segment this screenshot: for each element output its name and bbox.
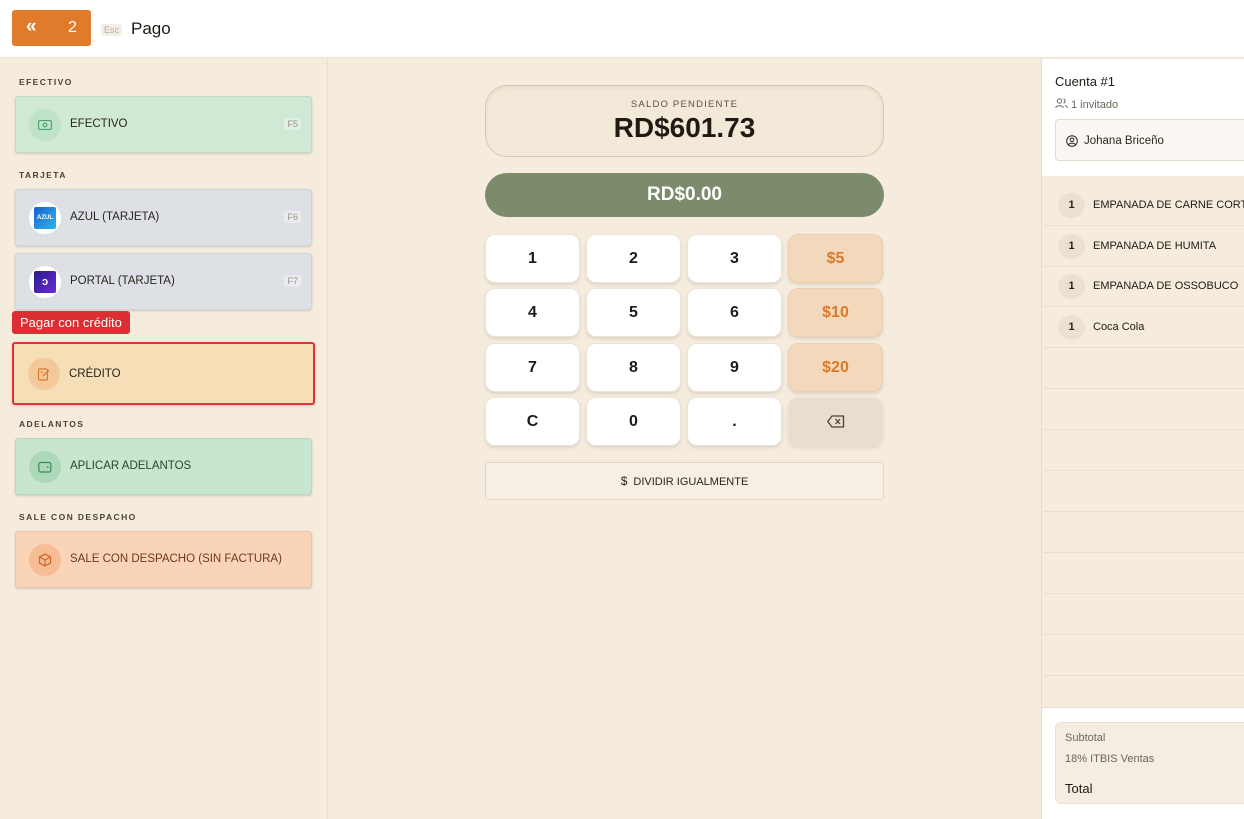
empty-row — [1043, 594, 1244, 635]
account-header: Cuenta #1 1 invitado Johana Briceño — [1042, 59, 1244, 176]
guest-count-label: 1 invitado — [1071, 99, 1119, 111]
quick-amount-20[interactable]: $20 — [788, 343, 883, 392]
azul-logo: AZUL — [29, 202, 61, 234]
item-name: EMPANADA DE CARNE CORTADA — [1093, 199, 1244, 211]
empty-row — [1043, 553, 1244, 594]
double-chevron-left-icon: « — [26, 16, 37, 37]
item-quantity: 1 — [1058, 234, 1085, 259]
guest-selector[interactable]: Johana Briceño — [1055, 119, 1244, 161]
method-label: PORTAL (TARJETA) — [70, 275, 175, 287]
quick-amount-10[interactable]: $10 — [788, 288, 883, 337]
shortcut-key: F7 — [284, 275, 301, 287]
order-items-list: 1 EMPANADA DE CARNE CORTADA 1 EMPANADA D… — [1043, 177, 1244, 709]
item-name: EMPANADA DE HUMITA — [1093, 240, 1217, 252]
keypad-9[interactable]: 9 — [687, 343, 782, 392]
section-label-adelantos: ADELANTOS — [19, 419, 85, 429]
keypad-4[interactable]: 4 — [485, 288, 580, 337]
credit-note-icon — [28, 358, 60, 390]
list-item[interactable]: 1 EMPANADA DE CARNE CORTADA — [1043, 185, 1244, 226]
page-title: Pago — [131, 19, 171, 38]
empty-row — [1043, 430, 1244, 471]
list-item[interactable]: 1 EMPANADA DE OSSOBUCO — [1043, 266, 1244, 307]
itbis-label: 18% ITBIS Ventas — [1065, 753, 1155, 765]
keypad-2[interactable]: 2 — [586, 234, 681, 283]
back-button[interactable]: « 2 — [12, 10, 91, 46]
empty-row — [1043, 635, 1244, 676]
credit-tooltip: Pagar con crédito — [12, 311, 130, 334]
pending-balance-display: SALDO PENDIENTE RD$601.73 — [485, 85, 884, 157]
method-adelantos-button[interactable]: APLICAR ADELANTOS — [15, 438, 312, 495]
section-label-efectivo: EFECTIVO — [19, 77, 73, 87]
item-quantity: 1 — [1058, 315, 1085, 340]
keypad-clear[interactable]: C — [485, 397, 580, 446]
totals-panel: Subtotal 18% ITBIS Ventas Total — [1042, 707, 1244, 819]
guest-count: 1 invitado — [1055, 98, 1118, 111]
cash-icon — [29, 109, 61, 141]
keypad-5[interactable]: 5 — [586, 288, 681, 337]
method-despacho-button[interactable]: SALE CON DESPACHO (SIN FACTURA) — [15, 531, 312, 588]
method-label: EFECTIVO — [70, 118, 128, 130]
keypad-6[interactable]: 6 — [687, 288, 782, 337]
list-item[interactable]: 1 Coca Cola — [1043, 307, 1244, 348]
keypad-dot[interactable]: . — [687, 397, 782, 446]
method-label: CRÉDITO — [69, 368, 121, 380]
wallet-icon — [29, 451, 61, 483]
split-equally-label: DIVIDIR IGUALMENTE — [633, 476, 749, 488]
shortcut-key: F6 — [284, 211, 301, 223]
empty-row — [1043, 389, 1244, 430]
method-label: SALE CON DESPACHO (SIN FACTURA) — [70, 553, 282, 565]
top-bar: « 2 Esc Pago — [0, 0, 1244, 58]
portal-logo-mark: ↄ — [34, 271, 56, 293]
portal-logo: ↄ — [29, 266, 61, 298]
empty-row — [1043, 512, 1244, 553]
payment-methods-panel: EFECTIVO EFECTIVO F5 TARJETA AZUL AZUL (… — [0, 59, 328, 819]
dollar-icon: $ — [620, 474, 628, 488]
item-name: EMPANADA DE OSSOBUCO — [1093, 280, 1239, 292]
item-quantity: 1 — [1058, 274, 1085, 299]
azul-logo-mark: AZUL — [34, 207, 56, 229]
method-label: APLICAR ADELANTOS — [70, 460, 192, 472]
package-icon — [29, 544, 61, 576]
keypad-0[interactable]: 0 — [586, 397, 681, 446]
total-label: Total — [1065, 781, 1093, 796]
keypad-3[interactable]: 3 — [687, 234, 782, 283]
item-quantity: 1 — [1058, 193, 1085, 218]
empty-row — [1043, 348, 1244, 389]
guest-name: Johana Briceño — [1084, 135, 1164, 147]
account-panel: Cuenta #1 1 invitado Johana Briceño 1 EM… — [1041, 59, 1244, 819]
method-efectivo-button[interactable]: EFECTIVO F5 — [15, 96, 312, 153]
pending-balance-caption: SALDO PENDIENTE — [630, 99, 739, 110]
totals-box: Subtotal 18% ITBIS Ventas Total — [1055, 722, 1244, 804]
method-azul-button[interactable]: AZUL AZUL (TARJETA) F6 — [15, 189, 312, 246]
pending-balance-amount: RD$601.73 — [613, 112, 756, 143]
esc-key-hint: Esc — [101, 24, 123, 36]
keypad-8[interactable]: 8 — [586, 343, 681, 392]
method-credito-button[interactable]: CRÉDITO — [12, 342, 315, 405]
item-name: Coca Cola — [1093, 321, 1145, 333]
shortcut-key: F5 — [284, 118, 301, 130]
method-portal-button[interactable]: ↄ PORTAL (TARJETA) F7 — [15, 253, 312, 310]
subtotal-label: Subtotal — [1065, 732, 1106, 744]
list-item[interactable]: 1 EMPANADA DE HUMITA — [1043, 226, 1244, 267]
keypad-1[interactable]: 1 — [485, 234, 580, 283]
quick-amount-5[interactable]: $5 — [788, 234, 883, 283]
keypad-7[interactable]: 7 — [485, 343, 580, 392]
section-label-tarjeta: TARJETA — [19, 170, 67, 180]
backspace-icon — [826, 415, 844, 428]
section-label-despacho: SALE CON DESPACHO — [19, 512, 137, 522]
empty-row — [1043, 471, 1244, 512]
entered-amount[interactable]: RD$0.00 — [485, 173, 884, 217]
split-equally-button[interactable]: $ DIVIDIR IGUALMENTE — [485, 462, 884, 500]
back-count: 2 — [68, 19, 77, 36]
user-circle-icon — [1066, 135, 1078, 147]
users-icon — [1055, 98, 1068, 109]
method-label: AZUL (TARJETA) — [70, 211, 160, 223]
keypad-backspace[interactable] — [788, 397, 883, 446]
account-title: Cuenta #1 — [1055, 74, 1115, 89]
